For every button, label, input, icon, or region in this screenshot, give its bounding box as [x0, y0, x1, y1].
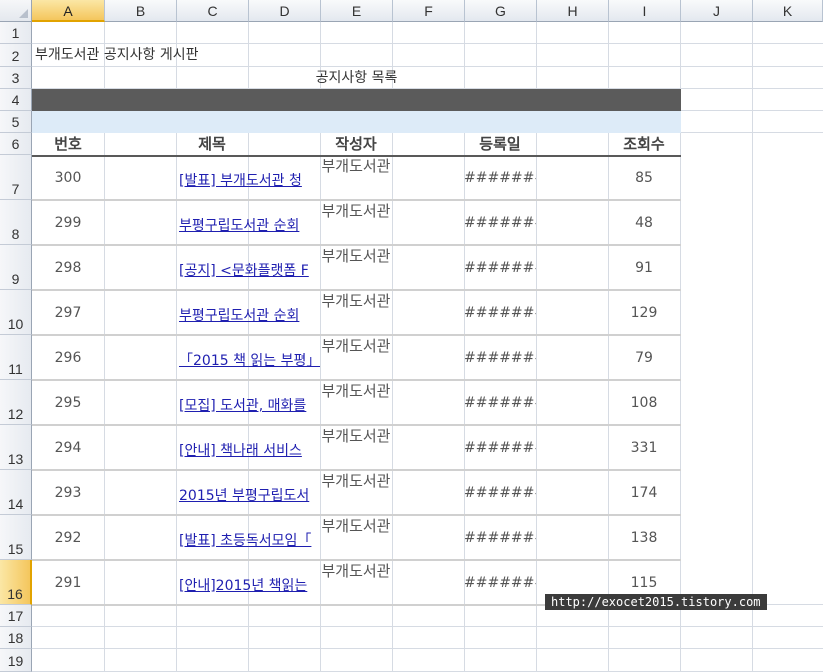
record-writer: 부개도서관 [321, 427, 391, 445]
record-views: 129 [630, 305, 658, 321]
header-band [32, 89, 681, 111]
record-writer: 부개도서관 [321, 517, 391, 535]
row-header-3[interactable]: 3 [0, 67, 32, 89]
record-views: 79 [635, 350, 653, 366]
record-date: ####### [464, 530, 536, 546]
column-header-g[interactable]: G [465, 0, 537, 22]
record-no: 292 [54, 530, 82, 546]
header-views: 조회수 [623, 135, 665, 153]
record-subject-link[interactable]: [발표] 초등독서모임「 [179, 530, 320, 550]
record-no: 291 [54, 575, 82, 591]
record-no: 299 [54, 215, 82, 231]
row-header-16[interactable]: 16 [0, 560, 32, 605]
record-date: ####### [464, 305, 536, 321]
record-subject-link[interactable]: [공지] <문화플랫폼 F [179, 260, 320, 280]
row-header-15[interactable]: 15 [0, 515, 32, 560]
url-tooltip: http://exocet2015.tistory.com [545, 594, 767, 610]
record-subject-link[interactable]: 2015년 부평구립도서 [179, 485, 320, 505]
record-no: 293 [54, 485, 82, 501]
record-views: 138 [630, 530, 658, 546]
record-writer: 부개도서관 [321, 382, 391, 400]
record-views: 331 [630, 440, 658, 456]
record-date: ####### [464, 395, 536, 411]
row-header-4[interactable]: 4 [0, 89, 32, 111]
record-date: ####### [464, 485, 536, 501]
record-subject-link[interactable]: 부평구립도서관 순회 [179, 305, 320, 325]
list-subtitle: 공지사항 목록 [315, 70, 398, 86]
record-writer: 부개도서관 [321, 292, 391, 310]
row-header-17[interactable]: 17 [0, 605, 32, 627]
record-writer: 부개도서관 [321, 202, 391, 220]
column-header-f[interactable]: F [393, 0, 465, 22]
header-writer: 작성자 [335, 135, 377, 153]
record-writer: 부개도서관 [321, 247, 391, 265]
record-no: 295 [54, 395, 82, 411]
record-views: 91 [635, 260, 653, 276]
header-subject: 제목 [198, 135, 226, 153]
record-date: ####### [464, 575, 536, 591]
record-date: ####### [464, 350, 536, 366]
light-band [32, 111, 681, 133]
row-header-9[interactable]: 9 [0, 245, 32, 290]
record-views: 108 [630, 395, 658, 411]
row-header-11[interactable]: 11 [0, 335, 32, 380]
header-date: 등록일 [479, 135, 521, 153]
row-header-18[interactable]: 18 [0, 627, 32, 649]
record-subject-link[interactable]: 「2015 책 읽는 부평」 [179, 350, 320, 370]
record-no: 294 [54, 440, 82, 456]
column-header-i[interactable]: I [609, 0, 681, 22]
record-no: 297 [54, 305, 82, 321]
select-all-corner[interactable] [0, 0, 32, 22]
column-header-c[interactable]: C [177, 0, 249, 22]
record-date: ####### [464, 170, 536, 186]
row-header-6[interactable]: 6 [0, 133, 32, 155]
record-views: 174 [630, 485, 658, 501]
row-header-8[interactable]: 8 [0, 200, 32, 245]
record-subject-link[interactable]: 부평구립도서관 순회 [179, 215, 320, 235]
row-header-19[interactable]: 19 [0, 649, 32, 672]
board-title: 부개도서관 공지사항 게시판 [35, 47, 199, 63]
record-writer: 부개도서관 [321, 472, 391, 490]
column-header-a[interactable]: A [32, 0, 105, 22]
row-header-10[interactable]: 10 [0, 290, 32, 335]
record-subject-link[interactable]: [모집] 도서관, 매화를 [179, 395, 320, 415]
column-header-b[interactable]: B [105, 0, 177, 22]
row-header-5[interactable]: 5 [0, 111, 32, 133]
row-header-14[interactable]: 14 [0, 470, 32, 515]
row-header-1[interactable]: 1 [0, 22, 32, 44]
column-header-j[interactable]: J [681, 0, 753, 22]
record-subject-link[interactable]: [안내]2015년 책읽는 [179, 575, 320, 595]
record-no: 300 [54, 170, 82, 186]
row-header-7[interactable]: 7 [0, 155, 32, 200]
record-writer: 부개도서관 [321, 157, 391, 175]
spreadsheet-grid[interactable]: A B C D E F G H I J K 1 2 3 4 5 6 7 8 9 … [0, 0, 823, 672]
record-views: 115 [630, 575, 658, 591]
row-header-12[interactable]: 12 [0, 380, 32, 425]
record-date: ####### [464, 215, 536, 231]
record-views: 85 [635, 170, 653, 186]
column-header-k[interactable]: K [753, 0, 823, 22]
record-writer: 부개도서관 [321, 337, 391, 355]
record-no: 298 [54, 260, 82, 276]
record-writer: 부개도서관 [321, 562, 391, 580]
record-views: 48 [635, 215, 653, 231]
column-header-d[interactable]: D [249, 0, 321, 22]
record-no: 296 [54, 350, 82, 366]
header-no: 번호 [54, 135, 82, 153]
record-subject-link[interactable]: [안내] 책나래 서비스 [179, 440, 320, 460]
row-header-2[interactable]: 2 [0, 44, 32, 67]
column-header-h[interactable]: H [537, 0, 609, 22]
record-subject-link[interactable]: [발표] 부개도서관 청 [179, 170, 320, 190]
record-date: ####### [464, 440, 536, 456]
column-header-e[interactable]: E [321, 0, 393, 22]
record-date: ####### [464, 260, 536, 276]
row-header-13[interactable]: 13 [0, 425, 32, 470]
